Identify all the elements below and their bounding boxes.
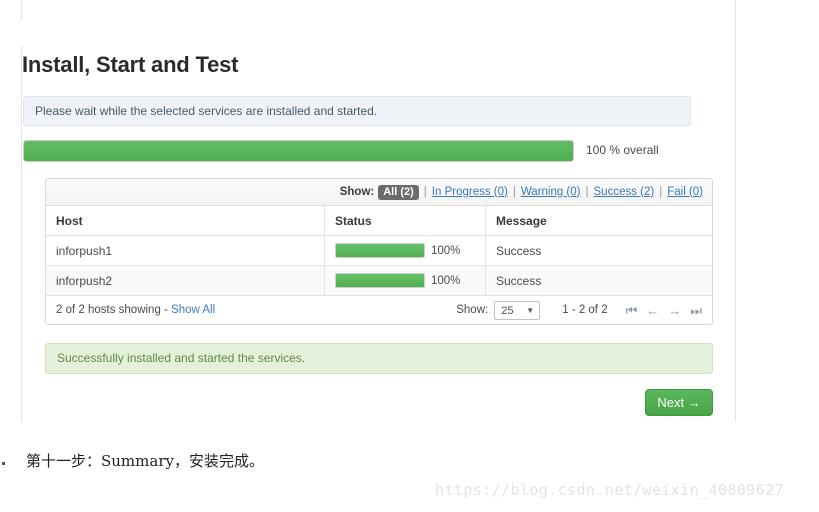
row-progress: 100% [335,243,485,258]
right-border-rule [735,0,736,421]
show-all-link[interactable]: Show All [171,304,215,316]
row-progress-label: 100% [431,244,461,257]
filter-option[interactable]: Success (2) [594,186,655,198]
pagination-controls: ⏮ ← → ⏭ [626,304,702,317]
table-row: inforpush2 100% Success [46,265,712,296]
table-footer: 2 of 2 hosts showing - Show All Show: 25… [46,296,712,324]
pagination-range: 1 - 2 of 2 [562,304,608,316]
filter-separator: | [423,185,427,198]
hosts-showing-text: 2 of 2 hosts showing - Show All [56,304,215,316]
row-progress-fill [336,274,424,287]
last-page-icon[interactable]: ⏭ [690,304,702,317]
overall-progress-label: 100 % overall [586,143,659,157]
next-page-icon[interactable]: → [668,304,681,317]
hosts-table: Host Status Message inforpush1 100% Succes… [46,206,712,296]
filter-separator: | [512,185,516,198]
hosts-table-card: Show: All (2) | In Progress (0) | Warning (0… [45,178,713,325]
table-row: inforpush1 100% Success [46,235,712,266]
column-header-status: Status [324,206,486,236]
caption-bullet [2,462,5,465]
first-page-icon[interactable]: ⏮ [626,304,638,317]
hosts-showing-count: 2 of 2 hosts showing - [56,304,172,316]
next-button[interactable]: Next → [645,389,713,416]
overall-progress-track [23,140,574,162]
cell-host: inforpush2 [46,265,325,296]
overall-progress-row: 100 % overall [23,140,695,162]
watermark-url: https://blog.csdn.net/weixin_40809627 [435,481,784,499]
row-progress-fill [336,244,424,257]
page-title: Install, Start and Test [22,52,239,77]
filter-separator: | [585,185,589,198]
page-size-value: 25 [501,304,514,317]
page-caption: 第十一步：Summary，安装完成。 [26,452,264,470]
column-header-message: Message [485,206,712,236]
column-header-host: Host [46,206,325,236]
info-banner: Please wait while the selected services … [23,96,691,126]
row-progress: 100% [335,273,485,288]
status-filter-bar: Show: All (2) | In Progress (0) | Warning (0… [46,179,712,206]
footer-show-label: Show: [456,304,489,316]
row-progress-track [335,243,425,258]
filter-option[interactable]: Warning (0) [521,186,581,198]
filter-option[interactable]: Fail (0) [667,186,703,198]
row-progress-track [335,273,425,288]
filter-option[interactable]: In Progress (0) [432,186,508,198]
table-header-row: Host Status Message [46,206,712,236]
filter-option[interactable]: All (2) [378,184,419,200]
filter-show-label: Show: [339,186,375,198]
cell-host: inforpush1 [46,235,325,266]
cell-message: Success [485,235,712,266]
page-size-select[interactable]: 25 ▼ [494,300,541,320]
filter-separator: | [659,185,663,198]
prev-page-icon[interactable]: ← [646,304,659,317]
overall-progress-fill [24,141,573,161]
hosts-table-body: inforpush1 100% Success inforpush2 100% Succe… [46,235,712,296]
filter-options: All (2) | In Progress (0) | Warning (0) | Succ… [378,184,703,200]
cell-status: 100% [324,265,486,296]
chevron-down-icon: ▼ [526,305,535,315]
cell-message: Success [485,265,712,296]
cell-status: 100% [324,235,486,266]
success-alert: Successfully installed and started the s… [45,343,713,374]
row-progress-label: 100% [431,274,461,287]
